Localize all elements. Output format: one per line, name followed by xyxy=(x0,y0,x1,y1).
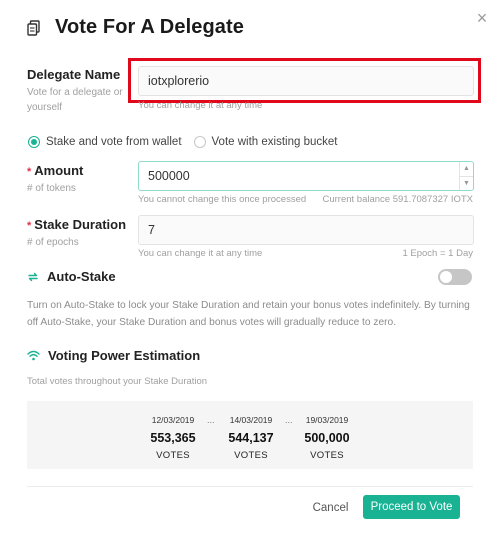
current-balance: Current balance 591.7087327 IOTX xyxy=(322,194,473,205)
existing-bucket-label: Vote with existing bucket xyxy=(211,136,338,148)
footer-divider xyxy=(27,486,473,487)
ellipsis: ... xyxy=(207,415,215,425)
radio-unselected-icon[interactable] xyxy=(193,136,206,148)
delegate-sublabel: Vote for a delegate or yourself xyxy=(27,87,123,113)
auto-stake-header: Auto-Stake xyxy=(27,269,116,284)
amount-value: 500000 xyxy=(148,169,190,183)
amount-label-text: Amount xyxy=(34,163,84,178)
voting-power-title: Voting Power Estimation xyxy=(48,348,201,363)
amount-stepper[interactable]: ▲ ▼ xyxy=(459,162,473,190)
delegate-label-group: Delegate Name Vote for a delegate or you… xyxy=(27,67,127,115)
close-icon[interactable]: × xyxy=(474,9,490,27)
highlight-box xyxy=(128,58,481,103)
auto-stake-description: Turn on Auto-Stake to lock your Stake Du… xyxy=(27,300,470,328)
wifi-icon xyxy=(27,350,40,361)
dialog-header: Vote For A Delegate xyxy=(27,16,244,39)
radio-selected-icon[interactable] xyxy=(28,136,40,148)
vote-value: 500,000 xyxy=(304,431,350,445)
document-icon xyxy=(27,19,40,36)
delegate-hint: You can change it at any time xyxy=(138,100,263,111)
vote-unit: VOTES xyxy=(234,450,268,461)
vote-value: 553,365 xyxy=(150,431,196,445)
vote-date: 19/03/2019 xyxy=(305,415,349,425)
voting-power-subtitle: Total votes throughout your Stake Durati… xyxy=(27,376,208,387)
auto-stake-toggle[interactable] xyxy=(438,269,472,285)
vote-date: 12/03/2019 xyxy=(151,415,195,425)
stake-from-wallet-label: Stake and vote from wallet xyxy=(46,136,182,148)
voting-power-panel: 12/03/2019 553,365 VOTES ... 14/03/2019 … xyxy=(27,401,473,469)
duration-hint: You can change it at any time xyxy=(138,248,263,259)
vote-estimate-2: 14/03/2019 544,137 VOTES xyxy=(216,415,286,461)
proceed-to-vote-button[interactable]: Proceed to Vote xyxy=(363,495,460,519)
chevron-up-icon[interactable]: ▲ xyxy=(460,162,473,177)
vote-unit: VOTES xyxy=(156,450,190,461)
vote-estimate-1: 12/03/2019 553,365 VOTES xyxy=(138,415,208,461)
vote-date: 14/03/2019 xyxy=(229,415,273,425)
duration-sublabel: # of epochs xyxy=(27,237,79,248)
chevron-down-icon[interactable]: ▼ xyxy=(460,177,473,191)
cancel-button[interactable]: Cancel xyxy=(308,498,353,518)
stake-mode-group: Stake and vote from wallet Vote with exi… xyxy=(28,136,349,148)
amount-input[interactable]: 500000 ▲ ▼ xyxy=(138,161,474,191)
required-mark: * xyxy=(27,166,32,178)
duration-label: * Stake Duration xyxy=(27,217,127,232)
required-mark: * xyxy=(27,220,32,232)
amount-sublabel: # of tokens xyxy=(27,183,76,194)
epoch-note: 1 Epoch = 1 Day xyxy=(402,248,473,259)
duration-label-group: * Stake Duration # of epochs xyxy=(27,217,127,250)
dialog-title: Vote For A Delegate xyxy=(55,16,244,38)
vote-unit: VOTES xyxy=(310,450,344,461)
voting-power-header: Voting Power Estimation xyxy=(27,348,200,363)
delegate-label: Delegate Name xyxy=(27,67,121,82)
vote-value: 544,137 xyxy=(228,431,274,445)
existing-bucket-option[interactable]: Vote with existing bucket xyxy=(193,136,338,148)
amount-label: * Amount xyxy=(27,163,127,178)
amount-hint: You cannot change this once processed xyxy=(138,194,307,205)
sync-icon xyxy=(28,272,38,281)
stake-from-wallet-option[interactable]: Stake and vote from wallet xyxy=(28,136,182,148)
duration-label-text: Stake Duration xyxy=(34,217,127,232)
amount-label-group: * Amount # of tokens xyxy=(27,163,127,196)
stake-duration-input[interactable]: 7 xyxy=(138,215,474,245)
auto-stake-label: Auto-Stake xyxy=(47,269,116,284)
vote-estimate-3: 19/03/2019 500,000 VOTES xyxy=(292,415,362,461)
